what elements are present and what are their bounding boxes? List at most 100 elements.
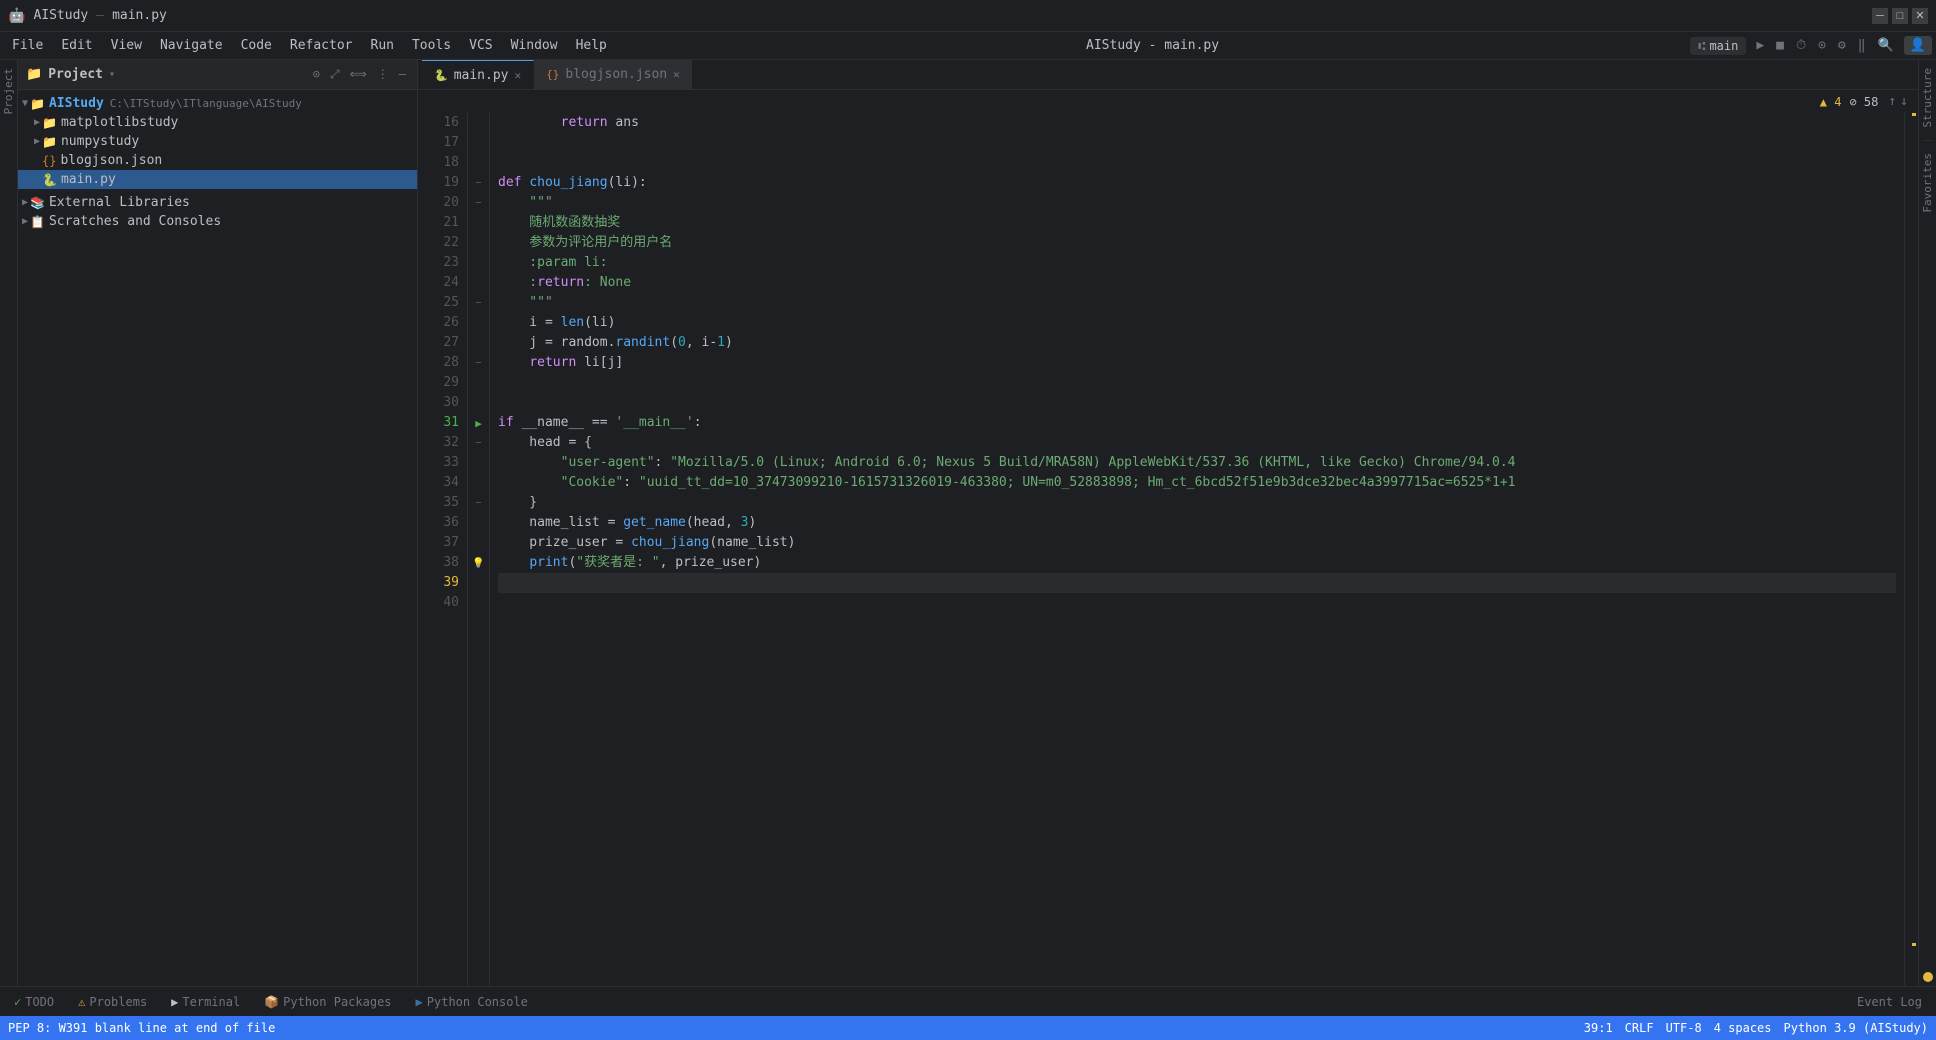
favorites-tab[interactable]: Favorites	[1919, 145, 1936, 221]
minimize-button[interactable]: ─	[1872, 8, 1888, 24]
project-tab[interactable]: Project	[0, 60, 17, 122]
pause-button[interactable]: ‖	[1856, 36, 1868, 55]
tree-arrow-root: ▼	[22, 98, 28, 109]
tree-item-matplotlibstudy[interactable]: ▶ 📁 matplotlibstudy	[18, 113, 417, 132]
fold-icon-32[interactable]: –	[476, 438, 481, 448]
code-line-37: prize_user = chou_jiang(name_list)	[498, 533, 1896, 553]
fold-icon-19[interactable]: –	[476, 178, 481, 188]
menu-tools[interactable]: Tools	[404, 36, 459, 55]
tree-label-mainpy: main.py	[61, 172, 116, 187]
tree-root-item[interactable]: ▼ 📁 AIStudy C:\ITStudy\ITlanguage\AIStud…	[18, 94, 417, 113]
window-controls: ─ □ ✕	[1872, 8, 1928, 24]
console-icon: ▶	[416, 995, 423, 1009]
tab-event-log[interactable]: Event Log	[1847, 992, 1932, 1012]
menu-file[interactable]: File	[4, 36, 51, 55]
code-editor[interactable]: return ans def chou_jiang(li): """ 随机数函数…	[490, 113, 1904, 986]
tree-item-blogjson[interactable]: ▶ {} blogjson.json	[18, 151, 417, 170]
warning-count: ▲ 4	[1820, 95, 1842, 109]
root-path: C:\ITStudy\ITlanguage\AIStudy	[110, 97, 302, 110]
tab-terminal[interactable]: ▶ Terminal	[161, 992, 250, 1012]
tab-python-console[interactable]: ▶ Python Console	[406, 992, 538, 1012]
menu-help[interactable]: Help	[568, 36, 615, 55]
branch-icon: ⑆	[1698, 39, 1705, 53]
menu-window[interactable]: Window	[503, 36, 566, 55]
fold-icon-28[interactable]: –	[476, 358, 481, 368]
fold-icon-25[interactable]: –	[476, 298, 481, 308]
menu-refactor[interactable]: Refactor	[282, 36, 361, 55]
tree-arrow-matplot: ▶	[34, 117, 40, 128]
run-button[interactable]: ▶	[1754, 36, 1766, 55]
fold-icon-20[interactable]: –	[476, 198, 481, 208]
app-title-center: AIStudy - main.py	[1086, 38, 1219, 53]
code-line-28: return li[j]	[498, 353, 1896, 373]
code-line-17	[498, 133, 1896, 153]
gear-icon[interactable]: ⋮	[374, 66, 392, 83]
charset[interactable]: UTF-8	[1666, 1021, 1702, 1035]
stop-button[interactable]: ■	[1774, 36, 1786, 55]
tab-close-mainpy[interactable]: ✕	[515, 69, 522, 82]
vcs-branch-button[interactable]: ⑆ main	[1690, 37, 1746, 55]
menu-view[interactable]: View	[103, 36, 150, 55]
folder-icon: 📁	[26, 67, 42, 82]
json-file-icon: {}	[42, 154, 56, 168]
menu-edit[interactable]: Edit	[53, 36, 100, 55]
app-icon: 🤖	[8, 8, 25, 24]
menu-navigate[interactable]: Navigate	[152, 36, 231, 55]
structure-tab[interactable]: Structure	[1919, 60, 1936, 136]
code-line-19: def chou_jiang(li):	[498, 173, 1896, 193]
tab-mainpy[interactable]: 🐍 main.py ✕	[422, 60, 534, 89]
menu-code[interactable]: Code	[233, 36, 280, 55]
tab-todo[interactable]: ✓ TODO	[4, 992, 64, 1012]
coverage-button[interactable]: ⊙	[1816, 36, 1828, 55]
main-container: Project 📁 Project ▾ ⊙ ⤢ ⟺ ⋮ — ▼ 📁 AIStud…	[0, 60, 1936, 986]
tree-item-scratches[interactable]: ▶ 📋 Scratches and Consoles	[18, 212, 417, 231]
gutter-icons: – – – – ▶ – – 💡	[468, 113, 490, 986]
tab-label-blogjson: blogjson.json	[565, 67, 667, 82]
project-dropdown-icon[interactable]: ▾	[109, 69, 115, 80]
expand-all-btn[interactable]: ⟺	[347, 66, 370, 83]
minimize-panel-btn[interactable]: —	[396, 66, 409, 83]
terminal-label: Terminal	[182, 995, 240, 1009]
tab-blogjson[interactable]: {} blogjson.json ✕	[534, 60, 693, 89]
code-line-23: :param li:	[498, 253, 1896, 273]
maximize-button[interactable]: □	[1892, 8, 1908, 24]
line-ending[interactable]: CRLF	[1625, 1021, 1654, 1035]
tab-close-blogjson[interactable]: ✕	[673, 68, 680, 81]
expand-btn[interactable]: ⤢	[327, 66, 343, 83]
tree-item-mainpy[interactable]: ▶ 🐍 main.py	[18, 170, 417, 189]
profile-button[interactable]: ⏱	[1794, 36, 1808, 55]
status-left: PEP 8: W391 blank line at end of file	[8, 1021, 275, 1035]
code-line-33: "user-agent": "Mozilla/5.0 (Linux; Andro…	[498, 453, 1896, 473]
root-folder-icon: 📁	[30, 97, 45, 111]
fold-icon-35[interactable]: –	[476, 498, 481, 508]
scope-btn[interactable]: ⊙	[310, 66, 323, 83]
tree-item-external[interactable]: ▶ 📚 External Libraries	[18, 193, 417, 212]
cursor-position[interactable]: 39:1	[1584, 1021, 1613, 1035]
menu-vcs[interactable]: VCS	[461, 36, 500, 55]
python-version[interactable]: Python 3.9 (AIStudy)	[1784, 1021, 1929, 1035]
run-icon-31[interactable]: ▶	[475, 417, 482, 430]
packages-label: Python Packages	[283, 995, 391, 1009]
account-button[interactable]: 👤	[1904, 36, 1932, 55]
tab-python-packages[interactable]: 📦 Python Packages	[254, 992, 401, 1012]
menu-run[interactable]: Run	[363, 36, 402, 55]
bottom-tabs: ✓ TODO ⚠ Problems ▶ Terminal 📦 Python Pa…	[0, 986, 1936, 1016]
code-line-16: return ans	[498, 113, 1896, 133]
settings-button[interactable]: ⚙	[1836, 36, 1848, 55]
app-name: AIStudy	[33, 8, 88, 23]
nav-up-btn[interactable]: ↑	[1886, 92, 1898, 111]
code-line-39: |	[498, 573, 1896, 593]
tab-problems[interactable]: ⚠ Problems	[68, 992, 157, 1012]
search-button[interactable]: 🔍	[1876, 36, 1896, 55]
tree-arrow-external: ▶	[22, 197, 28, 208]
pep8-message[interactable]: PEP 8: W391 blank line at end of file	[8, 1021, 275, 1035]
code-line-27: j = random.randint(0, i-1)	[498, 333, 1896, 353]
minimap-warning-2	[1912, 943, 1916, 946]
tree-item-numpystudy[interactable]: ▶ 📁 numpystudy	[18, 132, 417, 151]
project-header-left: 📁 Project ▾	[26, 67, 115, 82]
indent[interactable]: 4 spaces	[1714, 1021, 1772, 1035]
nav-down-btn[interactable]: ↓	[1898, 92, 1910, 111]
warning-icon-38[interactable]: 💡	[472, 558, 484, 569]
close-button[interactable]: ✕	[1912, 8, 1928, 24]
tree-label-matplotlibstudy: matplotlibstudy	[61, 115, 178, 130]
